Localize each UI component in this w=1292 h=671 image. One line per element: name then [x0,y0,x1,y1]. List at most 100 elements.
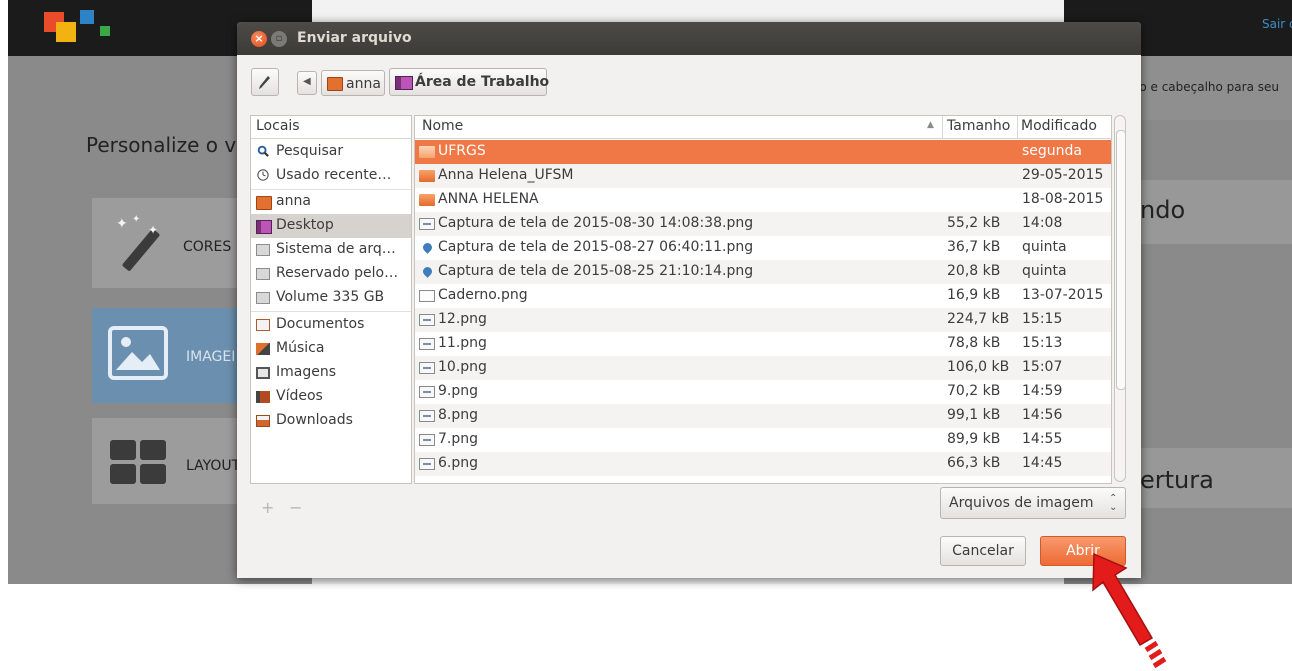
file-row[interactable]: Caderno.png 16,9 kB 13-07-2015 [415,284,1111,308]
file-size: 224,7 kB [947,311,1010,327]
page-title: Personalize o v [86,133,237,157]
scrollbar-thumb[interactable] [1116,130,1126,390]
breadcrumb-anna[interactable]: anna [321,70,385,96]
add-bookmark-button[interactable]: + [261,498,274,517]
sidebar-item-home[interactable]: anna [251,190,411,214]
file-row[interactable]: 11.png 78,8 kB 15:13 [415,332,1111,356]
column-name-header[interactable]: Nome [422,118,463,134]
breadcrumb-anna-label: anna [346,76,381,92]
sidebar-item-label: Imagens [276,364,337,380]
home-folder-icon [256,196,272,210]
dialog-titlebar[interactable]: × ▫ Enviar arquivo [237,22,1141,55]
file-size: 70,2 kB [947,383,1001,399]
sidebar-separator [251,311,411,312]
search-icon [257,145,269,157]
file-row[interactable]: 9.png 70,2 kB 14:59 [415,380,1111,404]
file-name: 10.png [438,359,487,375]
logo-yellow-square [56,22,76,42]
file-list: Nome ▲ Tamanho Modificado UFRGS segunda … [414,115,1112,484]
sidebar-item-volume[interactable]: Volume 335 GB [251,286,411,310]
clock-icon [257,169,269,181]
breadcrumb-desktop[interactable]: Área de Trabalho [389,68,549,96]
sidebar-item-label: Pesquisar [276,143,344,159]
cancel-button[interactable]: Cancelar [940,536,1026,566]
sidebar-item-documents[interactable]: Documentos [251,313,411,337]
file-size: 66,3 kB [947,455,1001,471]
svg-text:✦: ✦ [132,214,140,225]
file-size: 20,8 kB [947,263,1001,279]
file-row[interactable]: ANNA HELENA 18-08-2015 [415,188,1111,212]
places-header-label: Locais [256,118,300,134]
videos-icon [256,391,270,403]
file-size: 16,9 kB [947,287,1001,303]
sidebar-item-reserved[interactable]: Reservado pelo… [251,262,411,286]
sidebar-item-videos[interactable]: Vídeos [251,385,411,409]
file-row[interactable]: 7.png 89,9 kB 14:55 [415,428,1111,452]
column-modified-header[interactable]: Modificado [1021,118,1097,134]
magic-wand-icon: ✦ ✦ ✦ [116,214,160,271]
red-arrow-icon [1092,552,1167,669]
file-row[interactable]: 10.png 106,0 kB 15:07 [415,356,1111,380]
folder-icon [419,146,435,158]
sidebar-item-downloads[interactable]: Downloads [251,409,411,433]
file-modified: 14:56 [1022,407,1063,423]
close-icon[interactable]: × [251,31,267,47]
file-type-filter-value: Arquivos de imagem [949,495,1094,511]
chevron-left-icon: ◀ [303,76,311,87]
file-list-scrollbar[interactable] [1114,115,1126,482]
sort-ascending-icon: ▲ [927,120,934,130]
image-file-icon [419,242,435,254]
updown-arrows-icon: ⌃ ⌄ [1109,493,1118,513]
file-row[interactable]: UFRGS segunda [415,140,1111,164]
file-row[interactable]: Captura de tela de 2015-08-25 21:10:14.p… [415,260,1111,284]
file-modified: 14:59 [1022,383,1063,399]
file-row[interactable]: Anna Helena_UFSM 29-05-2015 [415,164,1111,188]
drive-icon [256,244,270,256]
file-modified: 14:08 [1022,215,1063,231]
sidebar-item-desktop[interactable]: Desktop [251,214,411,238]
file-row[interactable]: 12.png 224,7 kB 15:15 [415,308,1111,332]
file-name: Caderno.png [438,287,528,303]
file-size: 89,9 kB [947,431,1001,447]
image-file-icon [419,314,435,326]
image-file-icon [419,290,435,302]
image-file-icon [419,362,435,374]
file-modified: segunda [1022,143,1083,159]
file-modified: 29-05-2015 [1022,167,1104,183]
column-size-header[interactable]: Tamanho [947,118,1010,134]
logout-link[interactable]: Sair d [1262,17,1292,31]
file-name: Captura de tela de 2015-08-27 06:40:11.p… [438,239,754,255]
sidebar-item-pictures[interactable]: Imagens [251,361,411,385]
sidebar-item-recent[interactable]: Usado recente… [251,164,411,188]
image-file-icon [419,458,435,470]
sidebar-item-search[interactable]: Pesquisar [251,140,411,164]
folder-icon [419,170,435,182]
dialog-title: Enviar arquivo [297,30,412,46]
minimize-icon[interactable]: ▫ [271,31,287,47]
sidebar-item-filesystem[interactable]: Sistema de arq… [251,238,411,262]
pencil-icon [259,76,270,89]
sidebar-item-label: Sistema de arq… [276,241,396,257]
file-type-filter-select[interactable]: Arquivos de imagem ⌃ ⌄ [940,487,1126,519]
image-file-icon [419,386,435,398]
file-name: ANNA HELENA [438,191,539,207]
file-name: UFRGS [438,143,486,159]
type-location-button[interactable] [251,68,279,96]
file-row[interactable]: 6.png 66,3 kB 14:45 [415,452,1111,476]
places-sidebar: Locais Pesquisar Usado recente… anna Des… [250,115,412,484]
sidebar-item-label: Desktop [276,217,334,233]
file-modified: 14:45 [1022,455,1063,471]
remove-bookmark-button[interactable]: − [289,498,302,517]
file-row[interactable]: Captura de tela de 2015-08-30 14:08:38.p… [415,212,1111,236]
file-row[interactable]: Captura de tela de 2015-08-27 06:40:11.p… [415,236,1111,260]
sidebar-item-label: Downloads [276,412,353,428]
file-modified: 13-07-2015 [1022,287,1104,303]
file-size: 36,7 kB [947,239,1001,255]
column-separator [942,116,943,138]
sidebar-item-music[interactable]: Música [251,337,411,361]
logo-green-square [100,26,110,36]
file-row[interactable]: 8.png 99,1 kB 14:56 [415,404,1111,428]
drive-icon [256,292,270,304]
path-back-button[interactable]: ◀ [297,71,317,95]
file-size: 99,1 kB [947,407,1001,423]
